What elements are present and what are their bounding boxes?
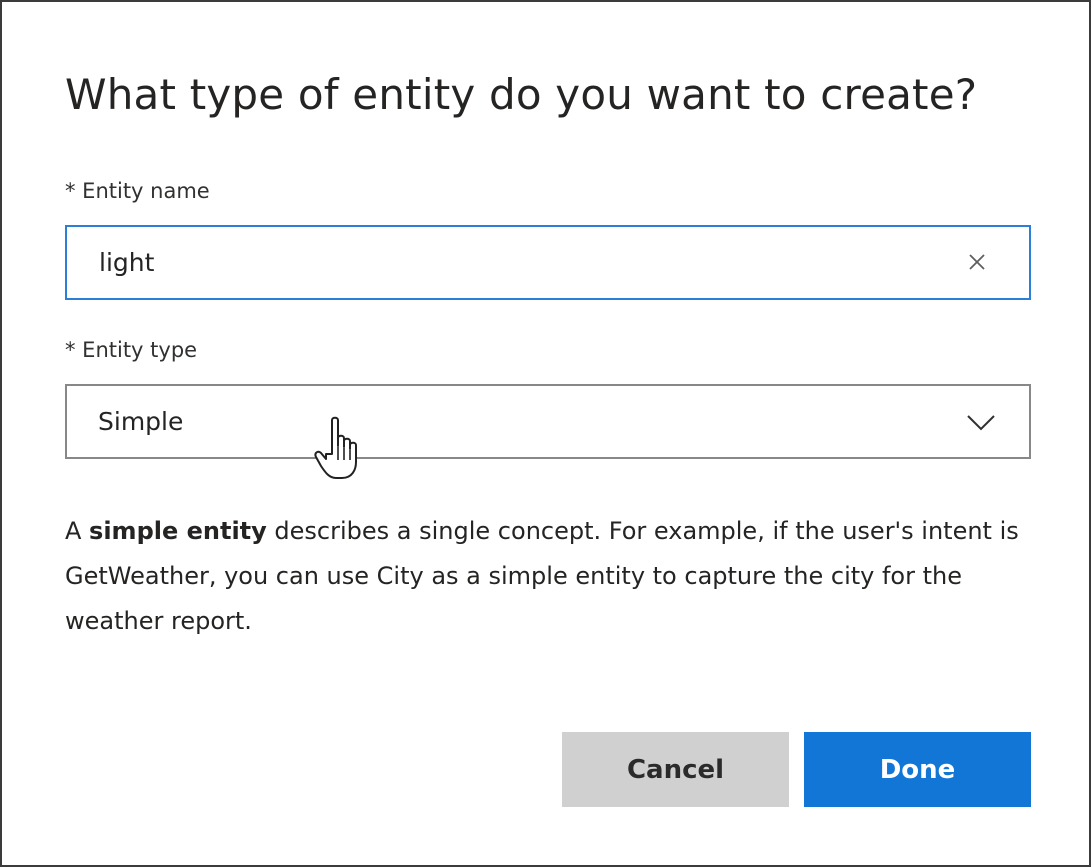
entity-type-selected-value: Simple — [98, 407, 184, 436]
entity-type-dropdown[interactable]: Simple — [65, 384, 1031, 459]
chevron-down-icon — [965, 410, 997, 434]
cancel-button[interactable]: Cancel — [562, 732, 789, 807]
done-button[interactable]: Done — [804, 732, 1031, 807]
entity-type-label: * Entity type — [65, 338, 198, 362]
hand-pointer-icon — [314, 416, 366, 482]
entity-name-input[interactable] — [99, 227, 949, 298]
entity-name-label: * Entity name — [65, 179, 210, 203]
entity-type-description: A simple entity describes a single conce… — [65, 509, 1045, 644]
entity-name-field[interactable] — [65, 225, 1031, 300]
dialog-title: What type of entity do you want to creat… — [65, 70, 978, 119]
create-entity-dialog: What type of entity do you want to creat… — [0, 0, 1091, 867]
description-term: simple entity — [89, 517, 267, 545]
close-icon[interactable] — [965, 250, 989, 274]
description-prefix: A — [65, 517, 90, 545]
